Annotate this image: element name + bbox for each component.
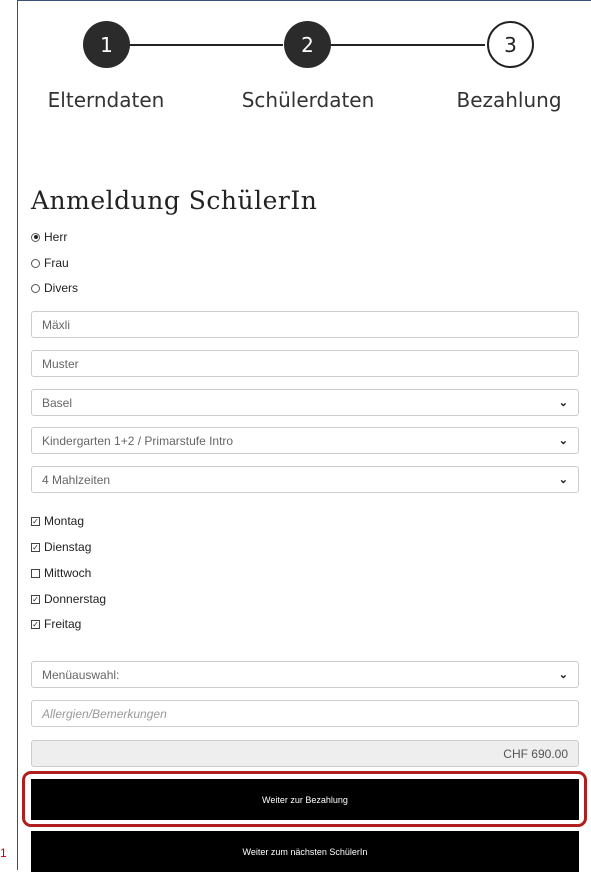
checkbox-label: Mittwoch — [44, 566, 92, 580]
checkbox-label: Montag — [44, 514, 85, 528]
checkbox-empty-icon[interactable] — [31, 568, 40, 578]
chevron-down-icon: ⌄ — [558, 474, 568, 486]
menu-select[interactable]: Menüauswahl: ⌄ — [31, 661, 579, 688]
radio-label: Divers — [44, 281, 79, 295]
checkbox-label: Dienstag — [44, 540, 92, 554]
total-value: CHF 690.00 — [503, 746, 568, 761]
radio-selected-icon[interactable] — [31, 232, 40, 242]
checkbox-dienstag[interactable]: ✓ Dienstag — [31, 540, 91, 554]
step-1-circle: 1 — [83, 21, 130, 68]
meals-value: 4 Mahlzeiten — [42, 472, 111, 487]
step-2-label: Schülerdaten — [241, 88, 375, 112]
radio-divers[interactable]: Divers — [31, 281, 78, 295]
remarks-input[interactable]: Allergien/Bemerkungen — [31, 700, 579, 727]
step-3-circle: 3 — [487, 21, 534, 68]
checkbox-mittwoch[interactable]: Mittwoch — [31, 566, 91, 580]
checkbox-checked-icon[interactable]: ✓ — [31, 594, 40, 604]
radio-herr[interactable]: Herr — [31, 230, 67, 244]
stepper-line-2 — [330, 44, 485, 46]
checkbox-checked-icon[interactable]: ✓ — [31, 542, 40, 552]
radio-label: Frau — [44, 256, 69, 270]
checkbox-montag[interactable]: ✓ Montag — [31, 514, 84, 528]
checkbox-checked-icon[interactable]: ✓ — [31, 516, 40, 526]
step-3-label: Bezahlung — [456, 88, 562, 112]
next-student-label: Weiter zum nächsten SchülerIn — [242, 846, 368, 857]
checkbox-checked-icon[interactable]: ✓ — [31, 619, 40, 629]
firstname-value: Mäxli — [42, 317, 71, 332]
chevron-down-icon: ⌄ — [558, 397, 568, 409]
page-title: Anmeldung SchülerIn — [31, 186, 318, 215]
radio-empty-icon[interactable] — [31, 258, 40, 268]
radio-frau[interactable]: Frau — [31, 256, 69, 270]
remarks-placeholder: Allergien/Bemerkungen — [42, 706, 167, 721]
checkbox-freitag[interactable]: ✓ Freitag — [31, 617, 81, 631]
checkbox-donnerstag[interactable]: ✓ Donnerstag — [31, 592, 106, 606]
chevron-down-icon: ⌄ — [558, 669, 568, 681]
location-select[interactable]: Basel ⌄ — [31, 389, 579, 416]
total-price: CHF 690.00 — [31, 740, 579, 767]
side-marker: 1 — [0, 846, 7, 860]
lastname-value: Muster — [42, 356, 79, 371]
firstname-input[interactable]: Mäxli — [31, 311, 579, 338]
radio-empty-icon[interactable] — [31, 283, 40, 293]
lastname-input[interactable]: Muster — [31, 350, 579, 377]
radio-label: Herr — [44, 230, 68, 244]
checkbox-label: Donnerstag — [44, 592, 107, 606]
school-level-value: Kindergarten 1+2 / Primarstufe Intro — [42, 433, 234, 448]
checkbox-label: Freitag — [44, 617, 82, 631]
chevron-down-icon: ⌄ — [558, 435, 568, 447]
meals-select[interactable]: 4 Mahlzeiten ⌄ — [31, 466, 579, 493]
menu-value: Menüauswahl: — [42, 667, 120, 682]
step-1-label: Elterndaten — [47, 88, 165, 112]
step-2-circle: 2 — [284, 21, 331, 68]
location-value: Basel — [42, 395, 73, 410]
next-student-button[interactable]: Weiter zum nächsten SchülerIn — [31, 831, 579, 872]
school-level-select[interactable]: Kindergarten 1+2 / Primarstufe Intro ⌄ — [31, 427, 579, 454]
stepper-line-1 — [128, 44, 283, 46]
highlight-outline — [22, 771, 587, 827]
